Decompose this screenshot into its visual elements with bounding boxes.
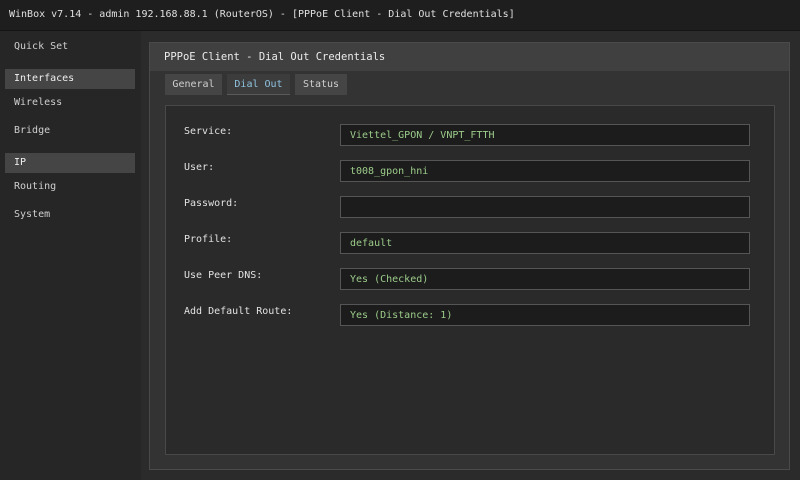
password-label: Password: [184,198,239,209]
sidebar-item-interfaces[interactable]: Interfaces [5,69,135,89]
use-peer-dns-field[interactable]: Yes (Checked) [340,268,750,290]
window-title: WinBox v7.14 - admin 192.168.88.1 (Route… [0,0,800,31]
sidebar-item-system[interactable]: System [5,205,135,225]
user-field[interactable]: t008_gpon_hni [340,160,750,182]
sidebar-item-ip[interactable]: IP [5,153,135,173]
tab-dial-out[interactable]: Dial Out [227,74,290,95]
pppoe-client-window: PPPoE Client - Dial Out Credentials Gene… [149,42,790,470]
add-default-route-field[interactable]: Yes (Distance: 1) [340,304,750,326]
sidebar-item-quick-set[interactable]: Quick Set [5,37,135,57]
sidebar-item-wireless[interactable]: Wireless [5,93,135,113]
use-peer-dns-label: Use Peer DNS: [184,270,263,281]
password-field[interactable] [340,196,750,218]
sidebar-item-routing[interactable]: Routing [5,177,135,197]
panel-title: PPPoE Client - Dial Out Credentials [150,43,789,71]
sidebar-menu: Quick Set Interfaces Wireless Bridge IP … [0,31,141,480]
service-label: Service: [184,126,233,137]
user-label: User: [184,162,215,173]
profile-field[interactable]: default [340,232,750,254]
service-field[interactable]: Viettel_GPON / VNPT_FTTH [340,124,750,146]
tab-status[interactable]: Status [295,74,347,95]
dial-out-form: Service: Viettel_GPON / VNPT_FTTH User: … [165,105,775,455]
sidebar-item-bridge[interactable]: Bridge [5,121,135,141]
add-default-route-label: Add Default Route: [184,306,293,317]
tab-general[interactable]: General [165,74,222,95]
profile-label: Profile: [184,234,233,245]
